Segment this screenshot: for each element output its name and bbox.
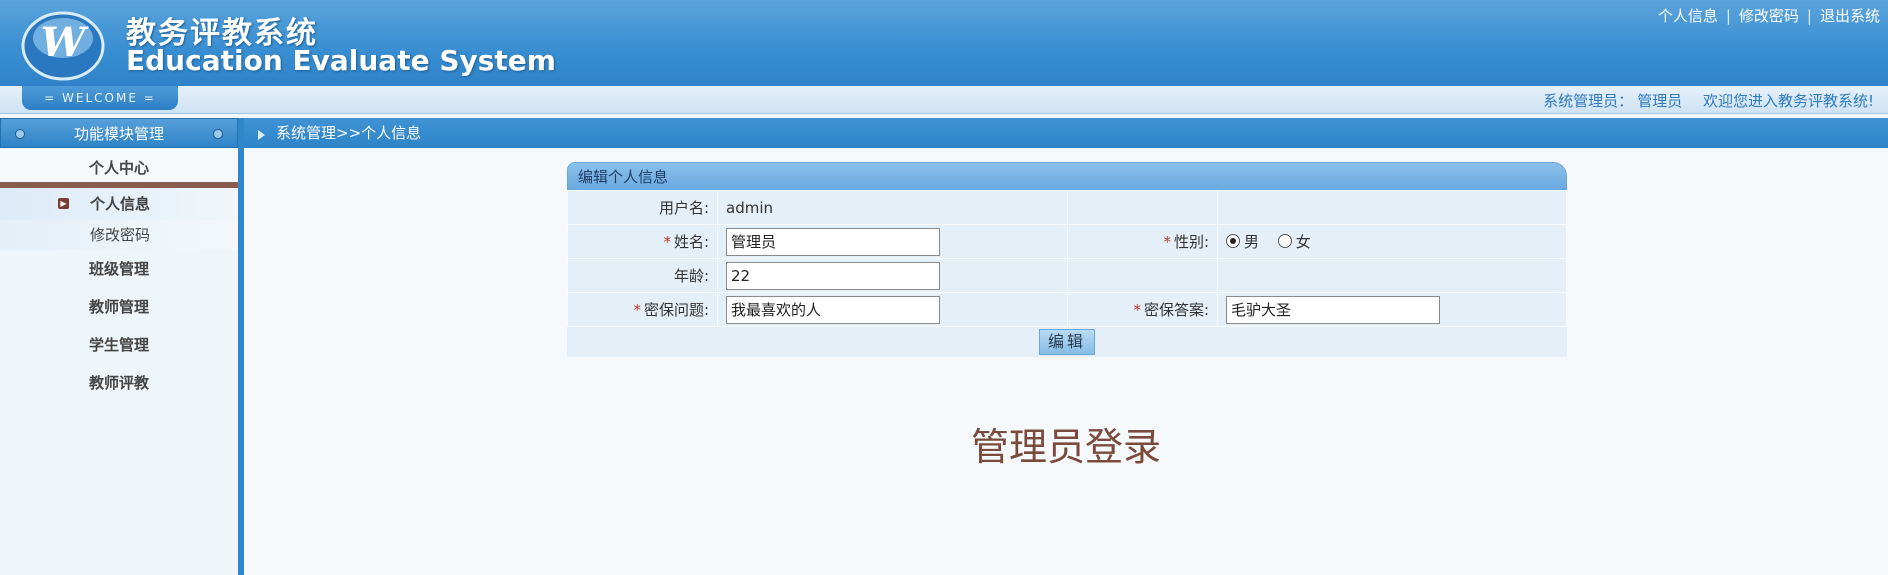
- link-profile[interactable]: 个人信息: [1658, 7, 1718, 25]
- security-answer-input[interactable]: [1226, 295, 1440, 324]
- security-question-label: * 密保问题:: [567, 292, 718, 327]
- sidebar-header: 功能模块管理: [0, 118, 238, 148]
- sidebar-menu-teacher[interactable]: 教师管理: [0, 288, 238, 326]
- security-question-input[interactable]: [726, 295, 940, 324]
- welcome-tab: = WELCOME =: [22, 86, 178, 110]
- radio-checked-icon: [1226, 234, 1240, 249]
- form-actions: 编辑: [567, 327, 1567, 357]
- dot-icon: [15, 129, 25, 139]
- name-input[interactable]: [726, 227, 940, 256]
- sidebar-menu-evaluation[interactable]: 教师评教: [0, 364, 238, 402]
- logo-icon: W: [21, 11, 105, 81]
- gender-radio-female[interactable]: 女: [1277, 231, 1311, 252]
- sidebar-item-profile[interactable]: ▶ 个人信息: [0, 188, 238, 220]
- link-change-password[interactable]: 修改密码: [1739, 7, 1799, 25]
- top-links: 个人信息 | 修改密码 | 退出系统: [1657, 7, 1880, 25]
- sidebar-group-personal-center[interactable]: 个人中心: [0, 148, 238, 188]
- username-value: admin: [717, 190, 1068, 225]
- arrow-right-icon: ▶: [58, 198, 69, 209]
- dot-icon: [213, 129, 223, 139]
- sidebar-item-change-password[interactable]: 修改密码: [0, 220, 238, 250]
- breadcrumb: 系统管理>>个人信息: [244, 118, 1888, 148]
- age-input[interactable]: [726, 261, 940, 290]
- gender-label: * 性别:: [1067, 224, 1218, 259]
- edit-button[interactable]: 编辑: [1039, 329, 1095, 355]
- main-content: 编辑个人信息 用户名: admin *姓名: *性别: 男 女 年龄:: [244, 148, 1888, 575]
- user-name: 管理员: [1637, 92, 1683, 110]
- welcome-text: 系统管理员： 管理员 欢迎您进入教务评教系统!: [1539, 90, 1874, 111]
- sidebar-menu-class[interactable]: 班级管理: [0, 250, 238, 288]
- security-answer-label: * 密保答案:: [1067, 292, 1218, 327]
- gender-radio-male[interactable]: 男: [1226, 231, 1259, 252]
- form-row: 用户名: admin: [567, 190, 1567, 225]
- edit-profile-form: 编辑个人信息 用户名: admin *姓名: *性别: 男 女 年龄:: [567, 162, 1567, 357]
- role-label: 系统管理员：: [1543, 92, 1634, 110]
- username-label: 用户名:: [567, 190, 718, 225]
- greeting: 欢迎您进入教务评教系统!: [1702, 92, 1874, 110]
- welcome-bar: = WELCOME = 系统管理员： 管理员 欢迎您进入教务评教系统!: [0, 86, 1888, 114]
- sidebar-menu-student[interactable]: 学生管理: [0, 326, 238, 364]
- radio-unchecked-icon: [1277, 234, 1292, 249]
- sidebar: 功能模块管理 个人中心 ▶ 个人信息 修改密码 班级管理 教师管理 学生管理 教…: [0, 118, 244, 575]
- age-label: 年龄:: [567, 258, 718, 293]
- form-table: 用户名: admin *姓名: *性别: 男 女 年龄:: [567, 190, 1567, 327]
- app-title-en: Education Evaluate System: [126, 44, 556, 77]
- link-logout[interactable]: 退出系统: [1820, 7, 1880, 25]
- form-title: 编辑个人信息: [567, 162, 1567, 190]
- form-row: *姓名: *性别: 男 女: [567, 224, 1567, 259]
- app-header: W 教务评教系统 Education Evaluate System 个人信息 |…: [0, 0, 1888, 86]
- svg-text:W: W: [41, 19, 90, 66]
- form-row: *密保问题: *密保答案:: [567, 292, 1567, 327]
- page-heading: 管理员登录: [970, 425, 1161, 469]
- triangle-right-icon: [258, 130, 265, 140]
- form-row: 年龄:: [567, 258, 1567, 293]
- name-label: * 姓名:: [567, 224, 718, 259]
